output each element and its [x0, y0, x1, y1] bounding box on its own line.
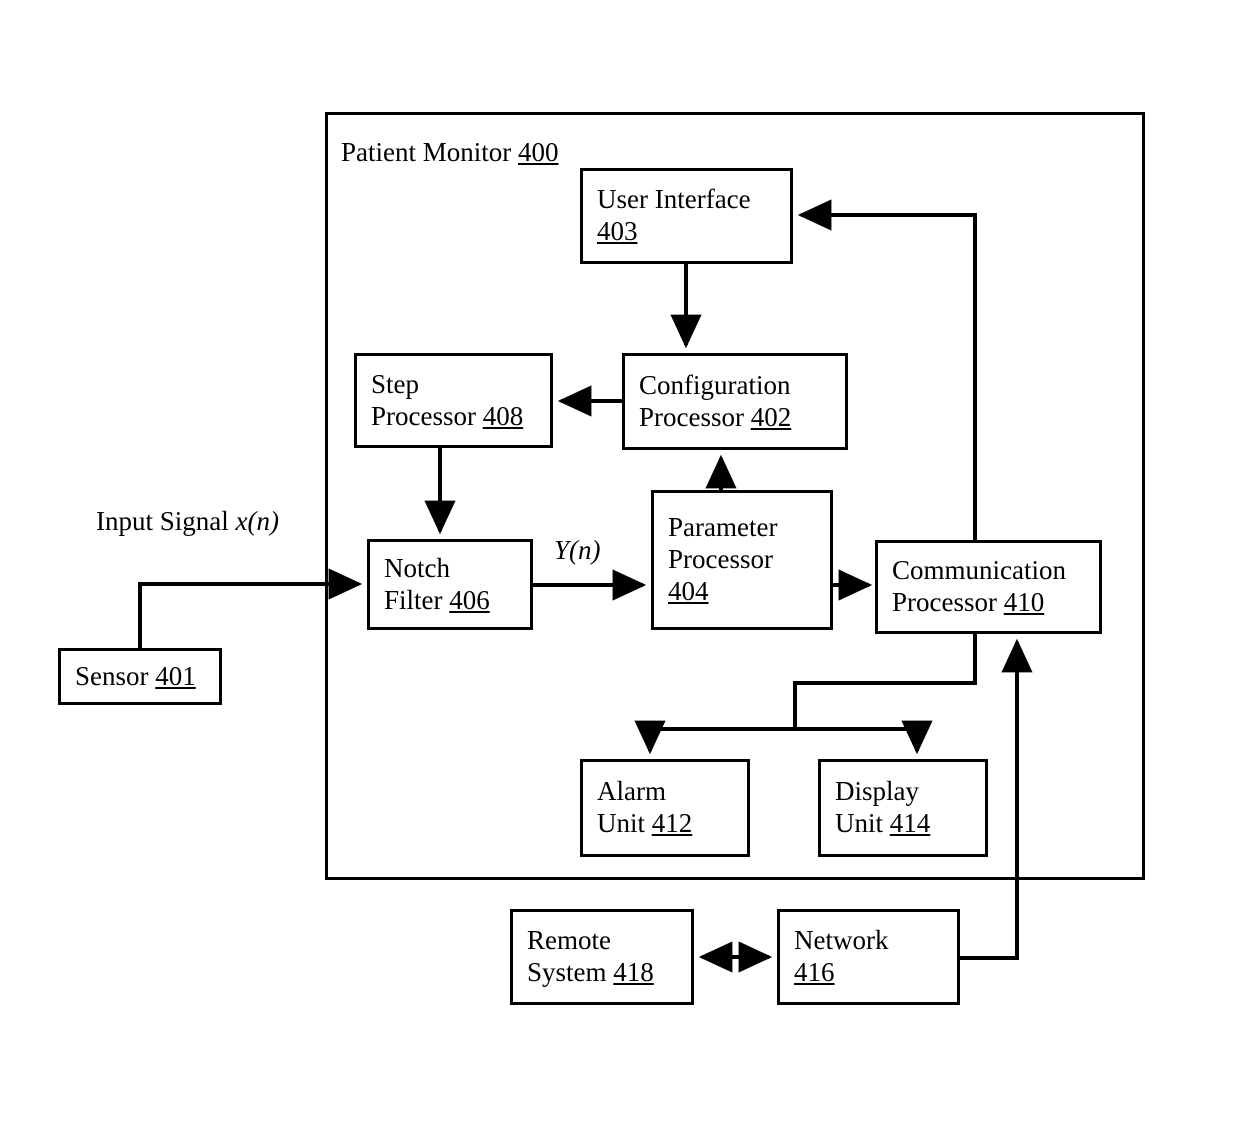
configuration-processor-label-line2: Processor 402 [639, 401, 792, 432]
user-interface-label: User Interface [597, 184, 751, 215]
remote-system-label-line1: Remote [527, 925, 611, 956]
step-processor-label-line2: Processor 408 [371, 400, 524, 431]
parameter-processor-label-line2: Processor [668, 544, 773, 575]
remote-system-label-line2: System 418 [527, 957, 654, 987]
patient-monitor-label: Patient Monitor 400 [341, 136, 559, 168]
display-unit-label-line2: Unit 414 [835, 808, 931, 838]
remote-system-ref: 418 [613, 957, 654, 987]
notch-filter-ref: 406 [449, 584, 490, 615]
input-signal-variable: x(n) [235, 506, 279, 536]
step-processor-label-line1: Step [371, 368, 420, 399]
node-alarm-unit[interactable]: Alarm Unit 412 [580, 759, 750, 857]
display-unit-ref: 414 [889, 808, 931, 838]
parameter-processor-ref: 404 [668, 575, 709, 606]
user-interface-ref: 403 [597, 216, 638, 246]
node-parameter-processor[interactable]: Parameter Processor 404 [651, 490, 833, 630]
node-communication-processor[interactable]: Communication Processor 410 [875, 540, 1102, 634]
display-unit-label-line1: Display [835, 776, 919, 807]
alarm-unit-ref: 412 [651, 808, 693, 838]
input-signal-label: Input Signal x(n) [96, 505, 279, 537]
node-notch-filter[interactable]: Notch Filter 406 [367, 539, 533, 630]
communication-processor-ref: 410 [1003, 587, 1045, 617]
node-user-interface[interactable]: User Interface 403 [580, 168, 793, 264]
node-display-unit[interactable]: Display Unit 414 [818, 759, 988, 857]
parameter-processor-label-line1: Parameter [668, 512, 778, 543]
sensor-ref: 401 [155, 660, 196, 691]
filtered-signal-label: Y(n) [554, 534, 601, 566]
network-label: Network [794, 925, 889, 956]
node-network[interactable]: Network 416 [777, 909, 960, 1005]
alarm-unit-label-line1: Alarm [597, 776, 666, 807]
node-sensor[interactable]: Sensor 401 [58, 648, 222, 705]
node-configuration-processor[interactable]: Configuration Processor 402 [622, 353, 848, 450]
input-signal-text: Input Signal [96, 506, 229, 536]
alarm-unit-label-line2: Unit 412 [597, 808, 693, 838]
node-remote-system[interactable]: Remote System 418 [510, 909, 694, 1005]
patient-monitor-ref: 400 [518, 137, 559, 167]
patient-monitor-title: Patient Monitor [341, 137, 512, 167]
filtered-signal-variable: Y(n) [554, 535, 601, 565]
node-step-processor[interactable]: Step Processor 408 [354, 353, 553, 448]
notch-filter-label-line2: Filter 406 [384, 584, 490, 615]
configuration-processor-label-line1: Configuration [639, 369, 791, 400]
figure-canvas: Patient Monitor 400 Input Signal x(n) Y(… [0, 0, 1240, 1127]
step-processor-ref: 408 [482, 400, 524, 431]
configuration-processor-ref: 402 [750, 401, 792, 432]
sensor-label: Sensor 401 [75, 660, 196, 691]
network-ref: 416 [794, 957, 835, 987]
communication-processor-label-line2: Processor 410 [892, 587, 1045, 617]
communication-processor-label-line1: Communication [892, 555, 1066, 586]
notch-filter-label-line1: Notch [384, 552, 450, 583]
